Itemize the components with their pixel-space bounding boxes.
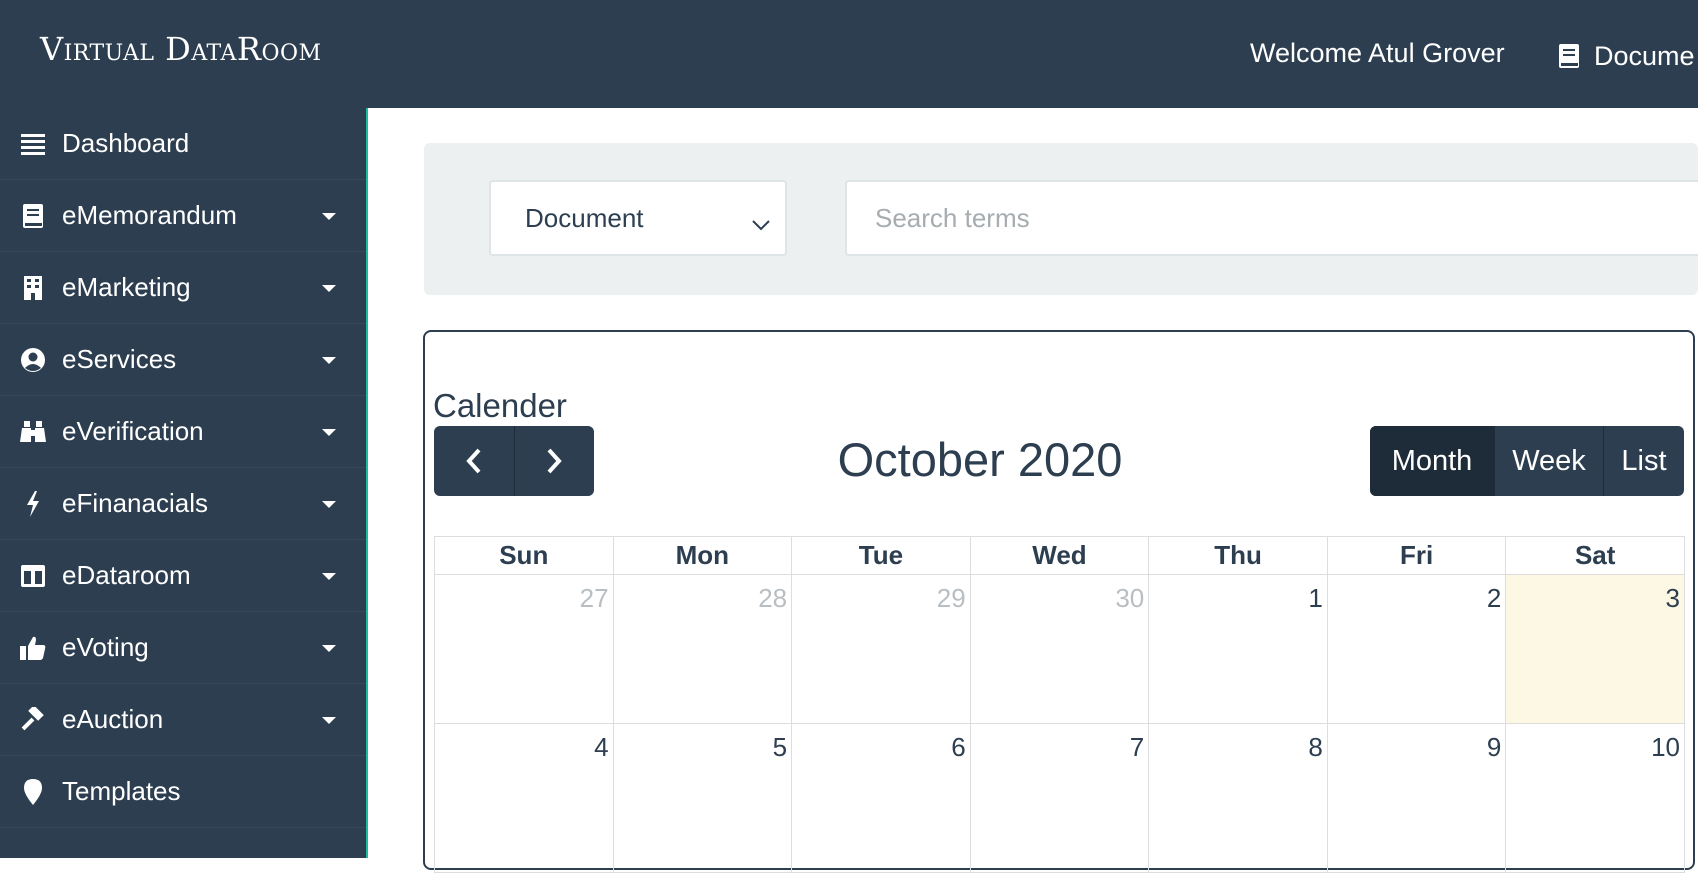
sidebar-item-label: eFinanacials [62,488,208,518]
calendar-month-title: October 2020 [837,433,1123,486]
view-week-button[interactable]: Week [1494,426,1603,496]
day-header-row: Sun Mon Tue Wed Thu Fri Sat [434,536,1685,575]
day-header: Sat [1505,536,1685,575]
sidebar-item-label: eVoting [62,632,149,662]
day-header: Fri [1326,536,1507,575]
caret-down-icon [322,429,336,436]
thumbs-up-icon [18,635,48,661]
bolt-icon [18,490,48,518]
documents-link[interactable]: Docume [1558,36,1695,76]
day-cell[interactable]: 5 [612,723,793,873]
sidebar-item-label: eVerification [62,416,204,446]
caret-down-icon [322,573,336,580]
sidebar: Dashboard eMemorandum eMarketing eServic… [0,108,368,858]
day-header: Sun [434,536,614,575]
user-circle-icon [18,347,48,373]
sidebar-item-label: eAuction [62,704,164,734]
sidebar-item-dashboard[interactable]: Dashboard [0,108,366,180]
week-row: 27 28 29 30 1 2 3 [434,574,1685,724]
sidebar-item-everification[interactable]: eVerification [0,396,366,468]
sidebar-item-eauction[interactable]: eAuction [0,684,366,756]
day-header: Wed [969,536,1150,575]
day-cell[interactable]: 1 [1148,574,1328,724]
book-icon [1558,43,1580,69]
chevron-down-icon [751,208,771,239]
caret-down-icon [322,645,336,652]
sidebar-item-ememorandum[interactable]: eMemorandum [0,180,366,252]
caret-down-icon [322,213,336,220]
day-cell[interactable]: 30 [969,574,1150,724]
sidebar-item-evoting[interactable]: eVoting [0,612,366,684]
gavel-icon [18,706,48,733]
sidebar-item-label: eMarketing [62,272,191,302]
documents-link-label: Docume [1594,40,1695,71]
day-cell[interactable]: 4 [434,723,614,873]
caret-down-icon [322,285,336,292]
search-input[interactable] [845,180,1698,256]
search-panel: Document [424,143,1698,295]
day-cell[interactable]: 2 [1326,574,1507,724]
map-marker-icon [18,778,48,806]
sidebar-item-label: eServices [62,344,177,374]
document-type-select[interactable]: Document [489,180,787,256]
columns-icon [18,564,48,588]
sidebar-item-label: Templates [62,776,181,806]
binoculars-icon [18,420,48,444]
caret-down-icon [322,357,336,364]
sidebar-item-label: eDataroom [62,560,191,590]
sidebar-item-templates[interactable]: Templates [0,756,366,828]
prev-month-button[interactable] [434,426,514,496]
calendar-title: Calender [433,387,567,424]
sidebar-item-eservices[interactable]: eServices [0,324,366,396]
day-cell[interactable]: 8 [1148,723,1328,873]
day-cell[interactable]: 7 [969,723,1150,873]
day-cell-today[interactable]: 3 [1505,574,1685,724]
week-row: 4 5 6 7 8 9 10 [434,723,1685,873]
day-cell[interactable]: 6 [791,723,971,873]
welcome-text: Welcome Atul Grover [1250,38,1505,68]
brand-logo[interactable]: Virtual DataRoom [40,30,322,68]
caret-down-icon [322,501,336,508]
sidebar-item-edataroom[interactable]: eDataroom [0,540,366,612]
day-header: Thu [1148,536,1328,575]
view-month-button[interactable]: Month [1370,426,1494,496]
day-cell[interactable]: 29 [791,574,971,724]
day-header: Mon [612,536,793,575]
day-cell[interactable]: 9 [1326,723,1507,873]
sidebar-item-label: Dashboard [62,128,190,158]
view-list-button[interactable]: List [1603,426,1684,496]
calendar-view-switcher: Month Week List [1370,426,1684,496]
caret-down-icon [322,717,336,724]
list-icon [18,132,48,156]
top-navbar: Virtual DataRoom Welcome Atul Grover Doc… [0,0,1698,108]
day-header: Tue [791,536,971,575]
next-month-button[interactable] [513,426,595,496]
sidebar-item-efinanacials[interactable]: eFinanacials [0,468,366,540]
calendar-grid: Sun Mon Tue Wed Thu Fri Sat 27 28 29 30 … [434,536,1685,873]
chevron-left-icon [466,448,481,474]
calendar-nav-buttons [434,426,594,496]
day-cell[interactable]: 27 [434,574,614,724]
day-cell[interactable]: 10 [1505,723,1685,873]
sidebar-item-label: eMemorandum [62,200,237,230]
book-icon [18,203,48,229]
chevron-right-icon [547,448,562,474]
document-type-value: Document [525,202,644,233]
day-cell[interactable]: 28 [612,574,793,724]
sidebar-item-emarketing[interactable]: eMarketing [0,252,366,324]
building-icon [18,275,48,301]
